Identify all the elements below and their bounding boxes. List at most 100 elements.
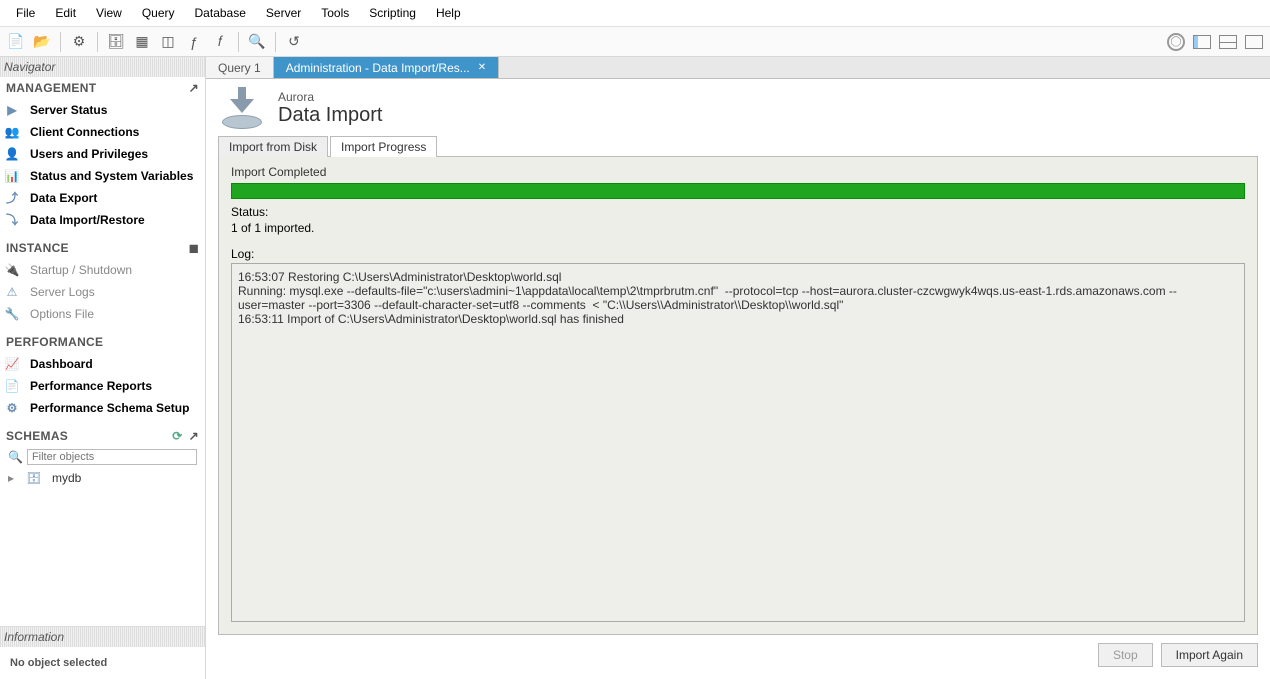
nav-client-connections[interactable]: 👥 Client Connections bbox=[0, 121, 205, 143]
dashboard-icon: 📈 bbox=[4, 355, 20, 373]
nav-label: Server Logs bbox=[30, 283, 95, 301]
status-heading: Import Completed bbox=[231, 165, 1245, 179]
collapse-arrow-icon[interactable]: ▸ bbox=[8, 469, 18, 487]
tab-label: Administration - Data Import/Res... bbox=[286, 61, 470, 75]
editor-tab-strip: Query 1 Administration - Data Import/Res… bbox=[206, 57, 1270, 79]
menu-file[interactable]: File bbox=[6, 3, 45, 23]
power-icon: 🔌 bbox=[4, 261, 20, 279]
subtab-import-from-disk[interactable]: Import from Disk bbox=[218, 136, 328, 157]
create-function-icon[interactable]: 𝑓 bbox=[208, 30, 232, 54]
performance-title-label: PERFORMANCE bbox=[6, 335, 103, 349]
nav-data-import[interactable]: ⤵ Data Import/Restore bbox=[0, 209, 205, 231]
main-area: Query 1 Administration - Data Import/Res… bbox=[206, 57, 1270, 679]
nav-label: Client Connections bbox=[30, 123, 139, 141]
clients-icon: 👥 bbox=[4, 123, 20, 141]
expand-icon[interactable]: ↗ bbox=[189, 81, 199, 95]
status-value: 1 of 1 imported. bbox=[231, 221, 1245, 235]
new-sql-file-icon[interactable]: 📄 bbox=[4, 30, 28, 54]
open-sql-file-icon[interactable]: 📂 bbox=[30, 30, 54, 54]
toolbar-separator bbox=[60, 32, 61, 52]
create-schema-icon[interactable]: 🗄 bbox=[104, 30, 128, 54]
gear-icon: ⚙ bbox=[4, 399, 20, 417]
instance-header: INSTANCE ◼ bbox=[0, 237, 205, 259]
database-icon: 🗄 bbox=[26, 469, 42, 487]
nav-label: Startup / Shutdown bbox=[30, 261, 132, 279]
toolbar-separator bbox=[238, 32, 239, 52]
menu-tools[interactable]: Tools bbox=[311, 3, 359, 23]
nav-performance-reports[interactable]: 📄 Performance Reports bbox=[0, 375, 205, 397]
nav-options-file[interactable]: 🔧 Options File bbox=[0, 303, 205, 325]
create-procedure-icon[interactable]: ƒ bbox=[182, 30, 206, 54]
nav-status-vars[interactable]: 📊 Status and System Variables bbox=[0, 165, 205, 187]
close-icon[interactable]: ✕ bbox=[478, 62, 486, 73]
nav-label: Data Export bbox=[30, 189, 97, 207]
refresh-icon[interactable]: ⟳ bbox=[172, 429, 182, 443]
menu-help[interactable]: Help bbox=[426, 3, 471, 23]
expand-icon[interactable]: ↗ bbox=[189, 429, 199, 443]
schema-filter-input[interactable] bbox=[27, 449, 197, 465]
nav-dashboard[interactable]: 📈 Dashboard bbox=[0, 353, 205, 375]
log-label: Log: bbox=[231, 247, 1245, 261]
menu-query[interactable]: Query bbox=[132, 3, 185, 23]
import-again-button[interactable]: Import Again bbox=[1161, 643, 1258, 667]
log-output[interactable]: 16:53:07 Restoring C:\Users\Administrato… bbox=[231, 263, 1245, 622]
nav-server-status[interactable]: ▶ Server Status bbox=[0, 99, 205, 121]
menu-view[interactable]: View bbox=[86, 3, 132, 23]
search-icon[interactable]: 🔍 bbox=[245, 30, 269, 54]
create-table-icon[interactable]: ▦ bbox=[130, 30, 154, 54]
vars-icon: 📊 bbox=[4, 167, 20, 185]
nav-startup-shutdown[interactable]: 🔌 Startup / Shutdown bbox=[0, 259, 205, 281]
nav-label: Status and System Variables bbox=[30, 167, 193, 185]
nav-label: Users and Privileges bbox=[30, 145, 148, 163]
menu-database[interactable]: Database bbox=[185, 3, 256, 23]
tab-label: Query 1 bbox=[218, 61, 261, 75]
schemas-header: SCHEMAS ⟳ ↗ bbox=[0, 425, 205, 447]
nav-label: Dashboard bbox=[30, 355, 93, 373]
nav-data-export[interactable]: ⤴Data Export bbox=[0, 187, 205, 209]
information-title: Information bbox=[0, 627, 205, 647]
menu-edit[interactable]: Edit bbox=[45, 3, 86, 23]
toggle-left-panel-icon[interactable] bbox=[1190, 30, 1214, 54]
data-import-icon bbox=[218, 87, 266, 129]
import-icon: ⤵ bbox=[4, 211, 20, 229]
menu-server[interactable]: Server bbox=[256, 3, 311, 23]
toolbar-separator bbox=[275, 32, 276, 52]
schema-label: mydb bbox=[52, 469, 81, 487]
tab-data-import[interactable]: Administration - Data Import/Res... ✕ bbox=[274, 57, 499, 78]
nav-label: Performance Reports bbox=[30, 377, 152, 395]
instance-icon: ◼ bbox=[189, 241, 199, 255]
management-header: MANAGEMENT ↗ bbox=[0, 77, 205, 99]
settings-ring-icon[interactable]: ◯ bbox=[1164, 30, 1188, 54]
status-label: Status: bbox=[231, 205, 1245, 219]
nav-server-logs[interactable]: ⚠ Server Logs bbox=[0, 281, 205, 303]
navigator-title: Navigator bbox=[0, 57, 205, 77]
server-status-icon[interactable]: ⚙ bbox=[67, 30, 91, 54]
nav-users-privileges[interactable]: 👤 Users and Privileges bbox=[0, 143, 205, 165]
warn-icon: ⚠ bbox=[4, 283, 20, 301]
schemas-title-label: SCHEMAS bbox=[6, 429, 68, 443]
nav-label: Data Import/Restore bbox=[30, 211, 145, 229]
connection-name: Aurora bbox=[278, 90, 382, 104]
stop-button: Stop bbox=[1098, 643, 1153, 667]
create-view-icon[interactable]: ◫ bbox=[156, 30, 180, 54]
performance-header: PERFORMANCE bbox=[0, 331, 205, 353]
schema-item-mydb[interactable]: ▸ 🗄 mydb bbox=[0, 467, 205, 489]
nav-performance-schema[interactable]: ⚙Performance Schema Setup bbox=[0, 397, 205, 419]
information-title-label: Information bbox=[4, 630, 64, 644]
subtab-import-progress[interactable]: Import Progress bbox=[330, 136, 437, 157]
toggle-bottom-panel-icon[interactable] bbox=[1216, 30, 1240, 54]
reconnect-icon[interactable]: ↺ bbox=[282, 30, 306, 54]
wrench-icon: 🔧 bbox=[4, 305, 20, 323]
report-icon: 📄 bbox=[4, 377, 20, 395]
navigator-panel: Navigator MANAGEMENT ↗ ▶ Server Status 👥 C… bbox=[0, 57, 206, 679]
import-subtabs: Import from Disk Import Progress bbox=[218, 135, 1258, 157]
nav-label: Server Status bbox=[30, 101, 107, 119]
search-icon: 🔍 bbox=[8, 450, 23, 464]
menu-scripting[interactable]: Scripting bbox=[359, 3, 426, 23]
user-icon: 👤 bbox=[4, 145, 20, 163]
play-icon: ▶ bbox=[4, 101, 20, 119]
nav-label: Options File bbox=[30, 305, 94, 323]
toggle-right-panel-icon[interactable] bbox=[1242, 30, 1266, 54]
management-title-label: MANAGEMENT bbox=[6, 81, 96, 95]
tab-query1[interactable]: Query 1 bbox=[206, 57, 274, 78]
